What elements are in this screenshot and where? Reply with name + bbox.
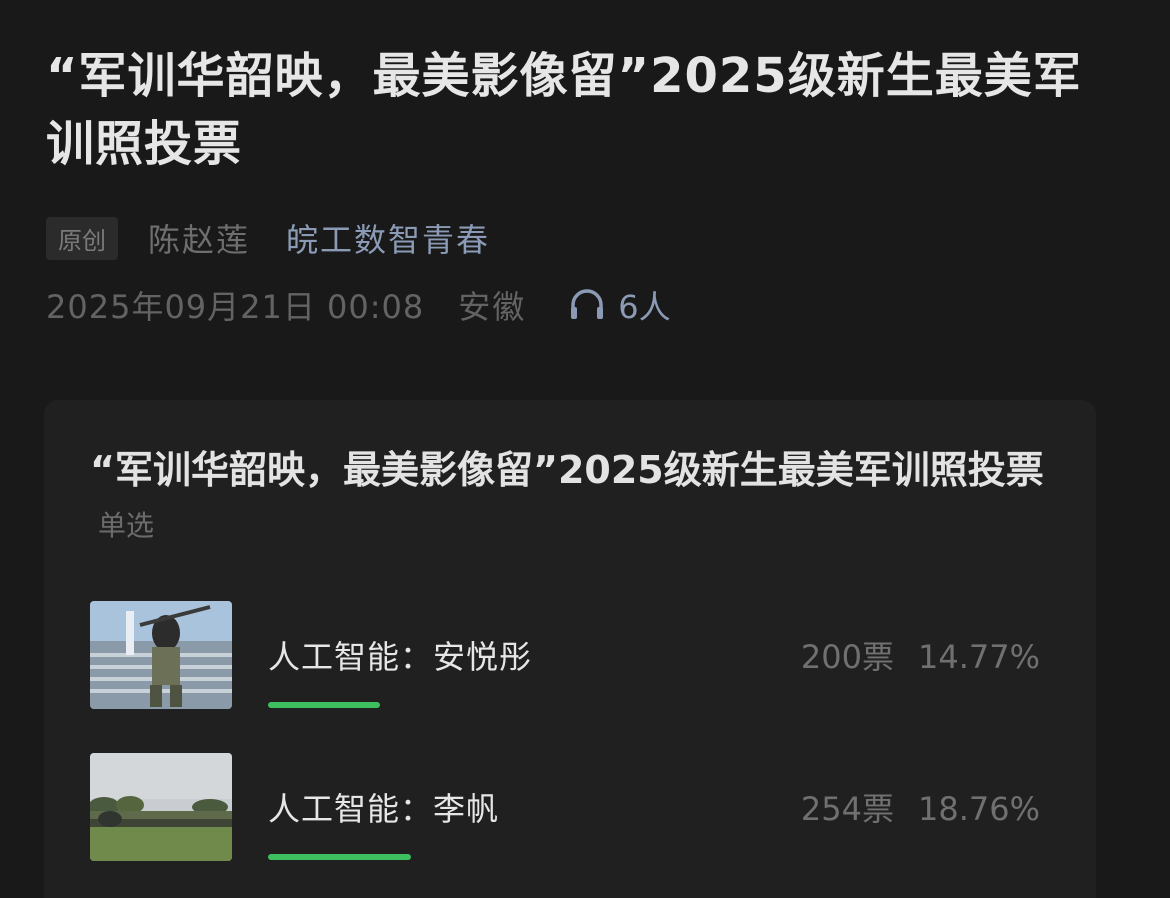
option-label: 人工智能：李帆 [268,790,500,828]
option-percent: 14.77% [917,638,1040,676]
vote-type: 单选 [98,509,155,542]
vote-title-text: “军训华韶映，最美影像留”2025级新生最美军训照投票 [90,448,1044,492]
option-votes: 254票 [800,790,894,828]
option-stats: 200票 14.77% [801,632,1040,678]
article-meta: 原创 陈赵莲 皖工数智青春 [46,216,1124,260]
option-progress-bar [268,854,411,860]
article-title: “军训华韶映，最美影像留”2025级新生最美军训照投票 [46,48,1082,172]
option-stats: 254票 18.76% [801,784,1040,830]
vote-card: “军训华韶映，最美影像留”2025级新生最美军训照投票单选 人工智能：安悦彤 2… [44,400,1096,898]
location: 安徽 [458,288,527,326]
option-progress-track [268,702,1028,708]
option-percent: 18.76% [917,790,1040,828]
account-link[interactable]: 皖工数智青春 [286,215,490,261]
headphones-icon [571,289,604,319]
author-name: 陈赵莲 [148,221,251,259]
option-progress-bar [268,702,381,708]
publish-date: 2025年09月21日 00:08 [46,288,425,326]
article-page: “军训华韶映，最美影像留”2025级新生最美军训照投票 原创 陈赵莲 皖工数智青… [0,0,1170,898]
option-progress-track [268,854,1028,860]
option-photo[interactable] [90,601,232,709]
vote-option[interactable]: 人工智能：李帆 254票 18.76% [90,752,1050,862]
listen-button[interactable]: 6人 [568,282,671,328]
option-photo[interactable] [90,753,232,861]
option-votes: 200票 [800,638,894,676]
vote-option[interactable]: 人工智能：安悦彤 200票 14.77% [90,600,1050,710]
option-label: 人工智能：安悦彤 [268,638,533,676]
photo-thumbnail-icon [90,601,232,709]
vote-title: “军训华韶映，最美影像留”2025级新生最美军训照投票单选 [90,444,1070,552]
photo-thumbnail-icon [90,753,232,861]
original-tag: 原创 [46,216,118,260]
article-submeta: 2025年09月21日 00:08 安徽 6人 [46,282,1124,328]
listener-count: 6人 [618,288,671,326]
